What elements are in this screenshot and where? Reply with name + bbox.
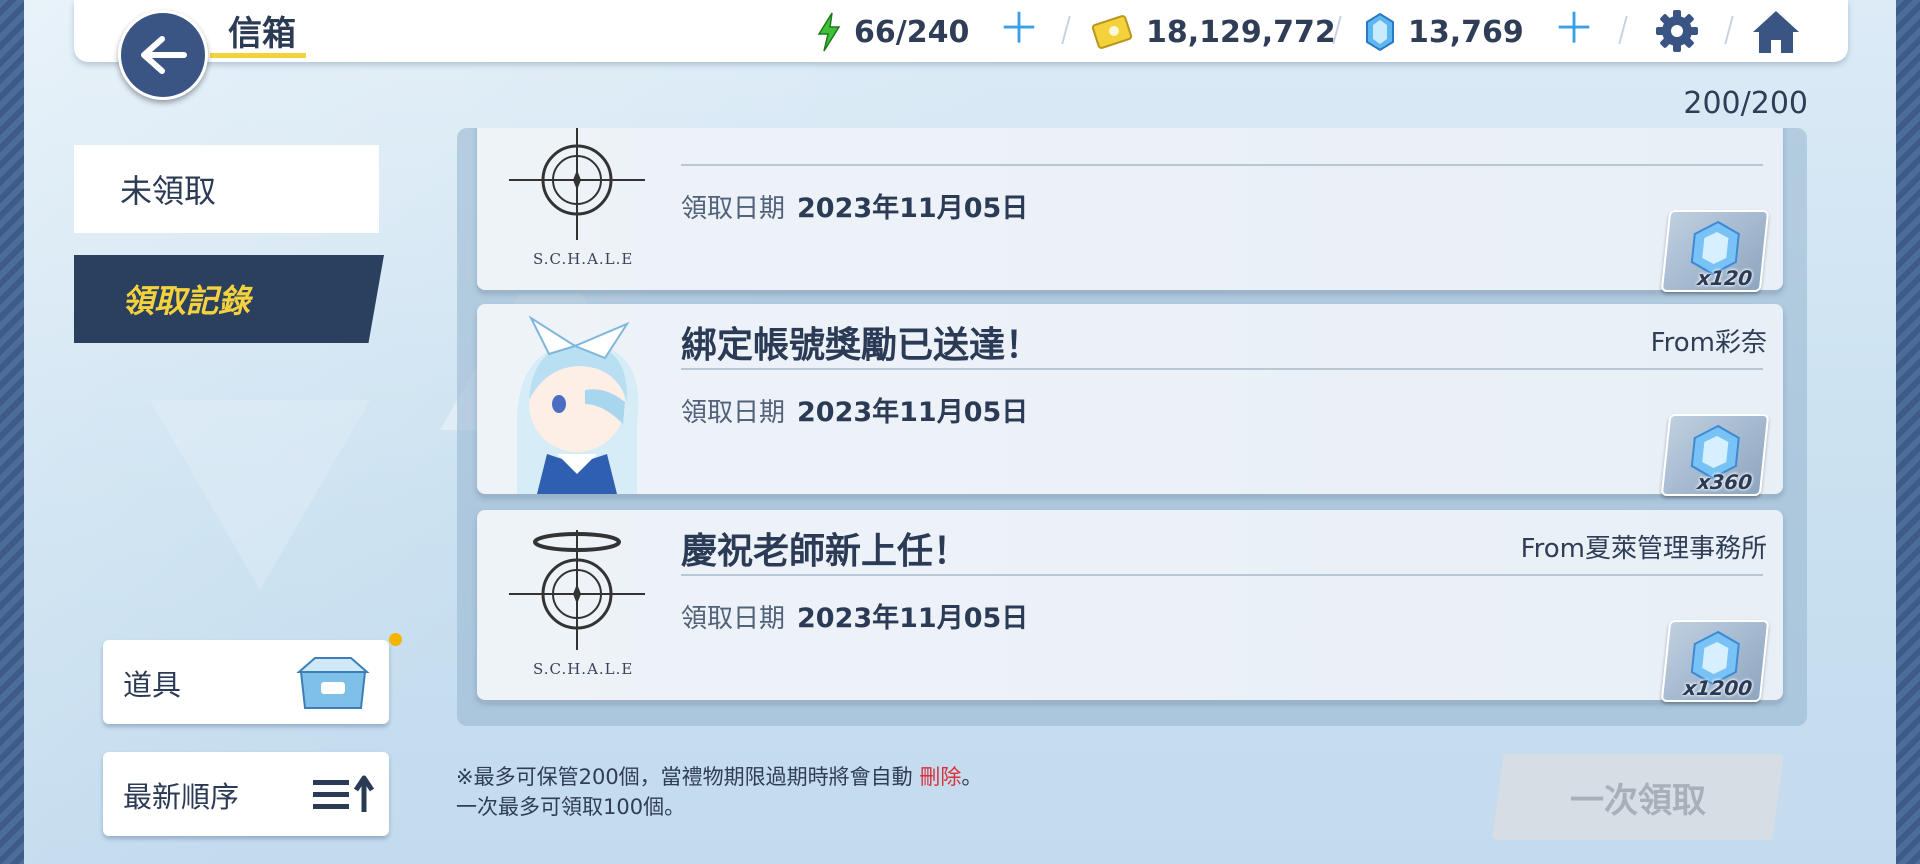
items-button-label: 道具 xyxy=(123,668,182,702)
left-border xyxy=(0,0,24,864)
reward-item[interactable]: x360 xyxy=(1660,414,1770,496)
settings-button[interactable] xyxy=(1654,8,1700,58)
tab-unclaimed-label: 未領取 xyxy=(120,172,217,210)
lightning-icon xyxy=(817,12,841,52)
character-portrait xyxy=(517,315,639,494)
claim-date-label: 領取日期 xyxy=(681,604,786,634)
storage-note: ※最多可保管200個，當禮物期限過期時將會自動 刪除。 一次最多可領取100個。 xyxy=(456,762,982,822)
tab-unclaimed[interactable]: 未領取 xyxy=(74,145,379,233)
claim-all-label: 一次領取 xyxy=(1570,780,1706,821)
sort-button-label: 最新順序 xyxy=(123,780,240,814)
arrow-left-icon xyxy=(141,36,187,74)
credits-display: 18,129,772 xyxy=(1092,12,1336,52)
home-icon xyxy=(1753,11,1799,53)
mail-title: 綁定帳號獎勵已送達！ xyxy=(681,325,1042,366)
claim-all-button[interactable]: 一次領取 xyxy=(1492,754,1784,840)
mail-sender: From夏萊管理事務所 xyxy=(1520,534,1767,564)
mail-count: 200/200 xyxy=(1683,86,1808,121)
sort-button[interactable]: 最新順序 xyxy=(103,752,389,836)
note-delete-highlight: 刪除 xyxy=(919,765,962,789)
note-period: 。 xyxy=(961,765,983,789)
credit-card-icon xyxy=(1092,15,1133,49)
gems-value: 13,769 xyxy=(1408,14,1524,50)
notification-dot xyxy=(389,633,402,646)
note-line-2: 一次最多可領取100個。 xyxy=(456,795,686,819)
schale-label: S.C.H.A.L.E xyxy=(533,250,634,268)
reward-quantity: x360 xyxy=(1696,470,1754,494)
bg-triangle xyxy=(150,400,370,590)
mail-title: 慶祝老師新上任！ xyxy=(681,531,970,572)
note-line-1: ※最多可保管200個，當禮物期限過期時將會自動 刪除。 xyxy=(456,762,982,792)
mail-item[interactable]: 綁定帳號獎勵已送達！ From彩奈 領取日期 2023年11月05日 x360 xyxy=(477,304,1783,496)
item-box-icon xyxy=(296,657,370,709)
gem-icon xyxy=(1366,12,1394,52)
divider xyxy=(681,574,1763,576)
divider xyxy=(681,164,1763,166)
reward-quantity: x1200 xyxy=(1682,676,1754,700)
note-text: ※最多可保管200個，當禮物期限過期時將會自動 xyxy=(456,765,913,789)
page-title: 信箱 xyxy=(228,14,296,54)
stamina-display: 66/240 xyxy=(816,12,969,52)
claim-date-label: 領取日期 xyxy=(681,194,786,224)
stamina-value: 66/240 xyxy=(854,14,970,50)
schale-label: S.C.H.A.L.E xyxy=(533,660,634,678)
credits-value: 18,129,772 xyxy=(1146,14,1336,50)
mail-list[interactable]: S.C.H.A.L.E 領取日期 2023年11月05日 x120 綁定帳號獎勵… xyxy=(457,128,1807,726)
sort-ascending-icon xyxy=(313,775,375,812)
add-gems-button[interactable]: ＋ xyxy=(1553,8,1595,50)
add-stamina-button[interactable]: ＋ xyxy=(998,8,1040,50)
tab-claim-history-label: 領取記錄 xyxy=(122,282,251,320)
mail-sender: From彩奈 xyxy=(1650,328,1767,358)
mail-item[interactable]: S.C.H.A.L.E 領取日期 2023年11月05日 x120 xyxy=(477,128,1783,292)
claim-date: 2023年11月05日 xyxy=(797,193,1029,224)
gems-display: 13,769 xyxy=(1364,12,1524,52)
items-button[interactable]: 道具 xyxy=(103,640,389,724)
claim-date: 2023年11月05日 xyxy=(797,603,1029,634)
claim-date: 2023年11月05日 xyxy=(797,397,1029,428)
reward-item[interactable]: x1200 xyxy=(1660,620,1770,702)
tab-claim-history[interactable]: 領取記錄 xyxy=(74,255,384,343)
divider xyxy=(681,368,1763,370)
gear-icon xyxy=(1656,10,1698,52)
reward-item[interactable]: x120 xyxy=(1660,210,1770,292)
reward-quantity: x120 xyxy=(1696,266,1754,290)
back-button[interactable] xyxy=(118,10,208,100)
mail-item[interactable]: S.C.H.A.L.E 慶祝老師新上任！ From夏萊管理事務所 領取日期 20… xyxy=(477,510,1783,702)
right-border xyxy=(1896,0,1920,864)
claim-date-label: 領取日期 xyxy=(681,398,786,428)
title-underline xyxy=(210,53,306,58)
home-button[interactable] xyxy=(1750,8,1802,60)
